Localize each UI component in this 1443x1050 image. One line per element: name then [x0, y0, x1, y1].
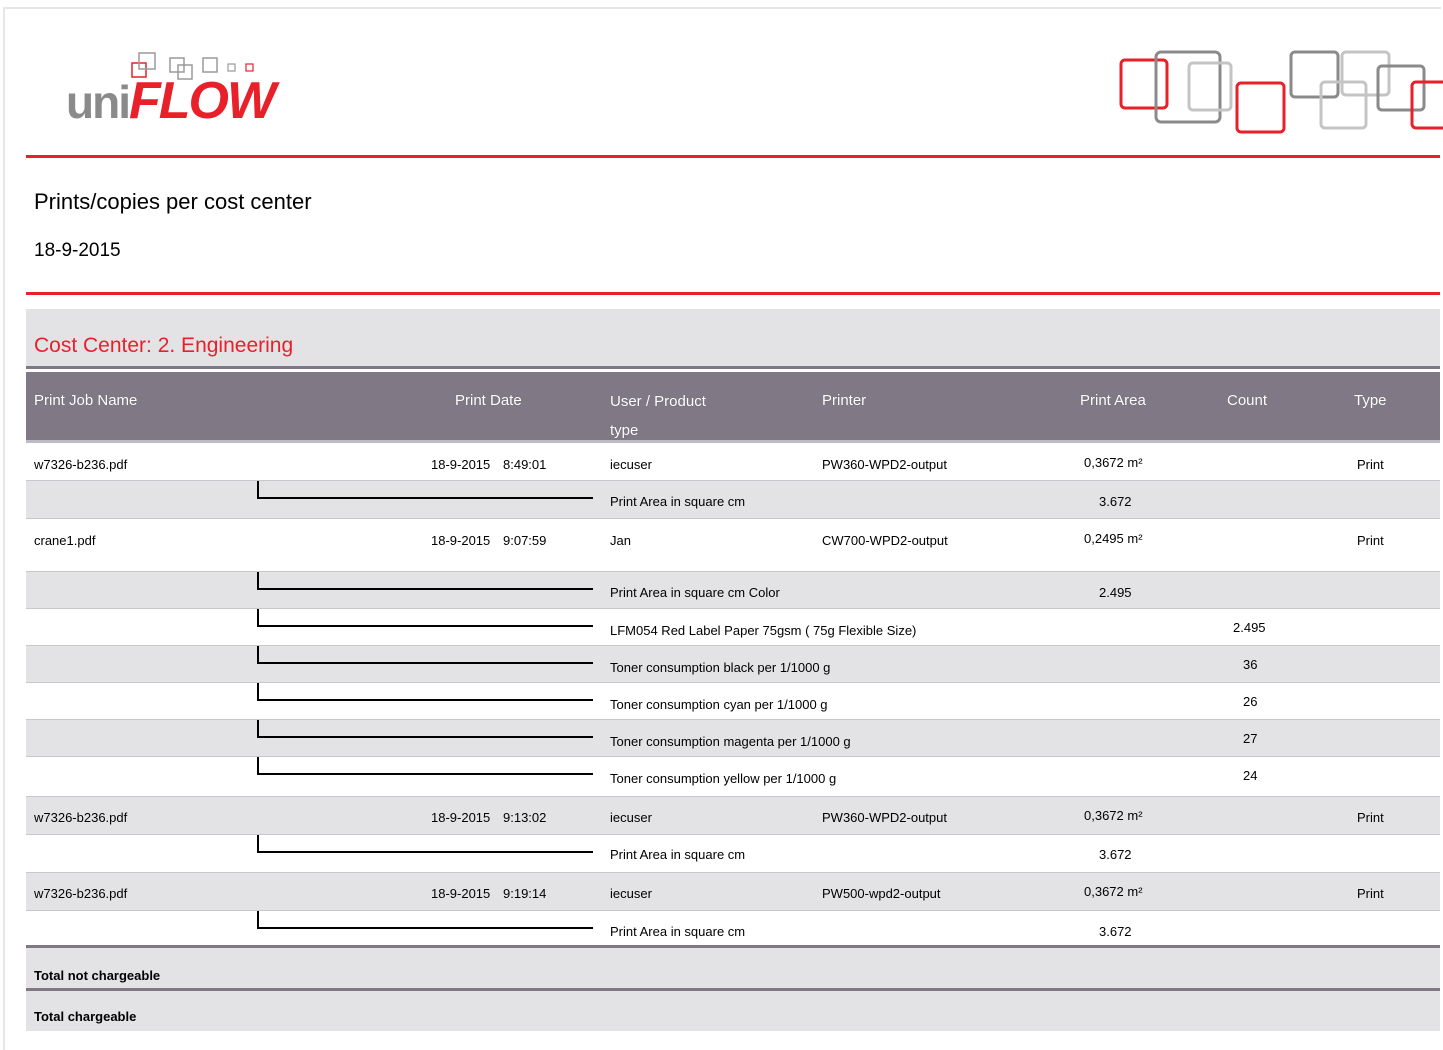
table-row-detail: Print Area in square cm 3.672: [26, 481, 1440, 519]
col-header-type: Type: [1354, 392, 1387, 409]
col-header-print-date: Print Date: [455, 392, 522, 409]
detail-label-cell: Print Area in square cm Color: [610, 585, 780, 600]
job-name-cell: w7326-b236.pdf: [34, 457, 128, 472]
count-cell: 36: [1243, 657, 1258, 672]
type-cell: Print: [1357, 886, 1384, 901]
col-header-print-area: Print Area: [1080, 392, 1146, 409]
print-area-cell: 3.672: [1099, 924, 1132, 939]
user-cell: iecuser: [610, 457, 652, 472]
detail-connector: [257, 720, 593, 738]
job-name-cell: w7326-b236.pdf: [34, 810, 128, 825]
printer-cell: PW500-wpd2-output: [822, 886, 941, 901]
detail-connector: [257, 911, 593, 929]
header-divider-bottom: [26, 292, 1440, 295]
detail-connector: [257, 481, 593, 499]
table-row: crane1.pdf 18-9-2015 9:07:59 Jan CW700-W…: [26, 519, 1440, 572]
table-row: w7326-b236.pdf 18-9-2015 9:19:14 iecuser…: [26, 873, 1440, 911]
detail-label-cell: Print Area in square cm: [610, 494, 746, 509]
col-header-user-product-type: type: [610, 422, 639, 439]
user-cell: iecuser: [610, 886, 652, 901]
detail-label-cell: Toner consumption magenta per 1/1000 g: [610, 734, 851, 749]
print-area-cell: 3.672: [1099, 847, 1132, 862]
print-time-cell: 8:49:01: [503, 457, 547, 472]
print-time-cell: 9:13:02: [503, 810, 547, 825]
count-cell: 26: [1243, 694, 1258, 709]
col-header-count: Count: [1227, 392, 1268, 409]
total-chargeable-row: Total chargeable: [26, 991, 1440, 1031]
print-area-cell: 0,2495 m²: [1084, 531, 1143, 546]
table-row: w7326-b236.pdf 18-9-2015 9:13:02 iecuser…: [26, 797, 1440, 835]
detail-connector: [257, 646, 593, 664]
print-area-cell: 0,3672 m²: [1084, 884, 1143, 899]
print-date-cell: 18-9-2015: [431, 810, 491, 825]
total-not-chargeable-row: Total not chargeable: [26, 948, 1440, 988]
total-chargeable-label: Total chargeable: [34, 1009, 137, 1024]
table-row-detail: Print Area in square cm 3.672: [26, 835, 1440, 873]
user-cell: Jan: [610, 533, 631, 548]
decorative-squares-graphic: [1119, 50, 1443, 134]
print-area-cell: 0,3672 m²: [1084, 455, 1143, 470]
job-name-cell: crane1.pdf: [34, 533, 96, 548]
printer-cell: PW360-WPD2-output: [822, 810, 947, 825]
print-area-cell: 2.495: [1099, 585, 1132, 600]
table-row-detail: Print Area in square cm Color 2.495: [26, 572, 1440, 609]
detail-connector: [257, 757, 593, 775]
detail-label-cell: Toner consumption black per 1/1000 g: [610, 660, 831, 675]
printer-cell: CW700-WPD2-output: [822, 533, 948, 548]
table-header: Print Job Name Print Date User / Product…: [26, 372, 1440, 440]
logo-flow-text: FLOW: [128, 72, 276, 130]
table-row-detail: Toner consumption magenta per 1/1000 g 2…: [26, 720, 1440, 757]
detail-label-cell: Print Area in square cm: [610, 924, 746, 939]
table-row-detail: Toner consumption black per 1/1000 g 36: [26, 646, 1440, 683]
print-time-cell: 9:07:59: [503, 533, 547, 548]
count-cell: 27: [1243, 731, 1258, 746]
report-title: Prints/copies per cost center: [34, 189, 312, 214]
table-row: w7326-b236.pdf 18-9-2015 8:49:01 iecuser…: [26, 443, 1440, 481]
cost-center-band: Cost Center: 2. Engineering: [26, 309, 1440, 367]
user-cell: iecuser: [610, 810, 652, 825]
job-name-cell: w7326-b236.pdf: [34, 886, 128, 901]
count-cell: 2.495: [1233, 620, 1266, 635]
print-time-cell: 9:19:14: [503, 886, 547, 901]
type-cell: Print: [1357, 533, 1384, 548]
detail-connector: [257, 683, 593, 701]
detail-label-cell: Toner consumption cyan per 1/1000 g: [610, 697, 828, 712]
print-date-cell: 18-9-2015: [431, 886, 491, 901]
detail-label-cell: LFM054 Red Label Paper 75gsm ( 75g Flexi…: [610, 623, 917, 638]
detail-connector: [257, 609, 593, 627]
total-not-chargeable-label: Total not chargeable: [34, 968, 161, 983]
table-row-detail: Print Area in square cm 3.672: [26, 911, 1440, 946]
header-divider-top: [26, 155, 1440, 158]
detail-connector: [257, 572, 593, 590]
col-header-job-name: Print Job Name: [34, 392, 138, 409]
print-area-cell: 0,3672 m²: [1084, 808, 1143, 823]
logo-uni-text: uni: [66, 76, 131, 128]
table-row-detail: Toner consumption yellow per 1/1000 g 24: [26, 757, 1440, 797]
type-cell: Print: [1357, 810, 1384, 825]
type-cell: Print: [1357, 457, 1384, 472]
col-header-user-product: User / Product: [610, 393, 706, 410]
print-area-cell: 3.672: [1099, 494, 1132, 509]
printer-cell: PW360-WPD2-output: [822, 457, 947, 472]
detail-label-cell: Print Area in square cm: [610, 847, 746, 862]
print-date-cell: 18-9-2015: [431, 533, 491, 548]
report-date: 18-9-2015: [34, 240, 121, 261]
print-date-cell: 18-9-2015: [431, 457, 491, 472]
table-row-detail: Toner consumption cyan per 1/1000 g 26: [26, 683, 1440, 720]
col-header-printer: Printer: [822, 392, 867, 409]
detail-connector: [257, 835, 593, 853]
cost-center-title: Cost Center: 2. Engineering: [34, 334, 294, 357]
count-cell: 24: [1243, 768, 1258, 783]
detail-label-cell: Toner consumption yellow per 1/1000 g: [610, 771, 837, 786]
cost-center-rule: [26, 366, 1440, 369]
uniflow-logo: uniFLOW: [66, 49, 281, 134]
table-row-detail: LFM054 Red Label Paper 75gsm ( 75g Flexi…: [26, 609, 1440, 646]
